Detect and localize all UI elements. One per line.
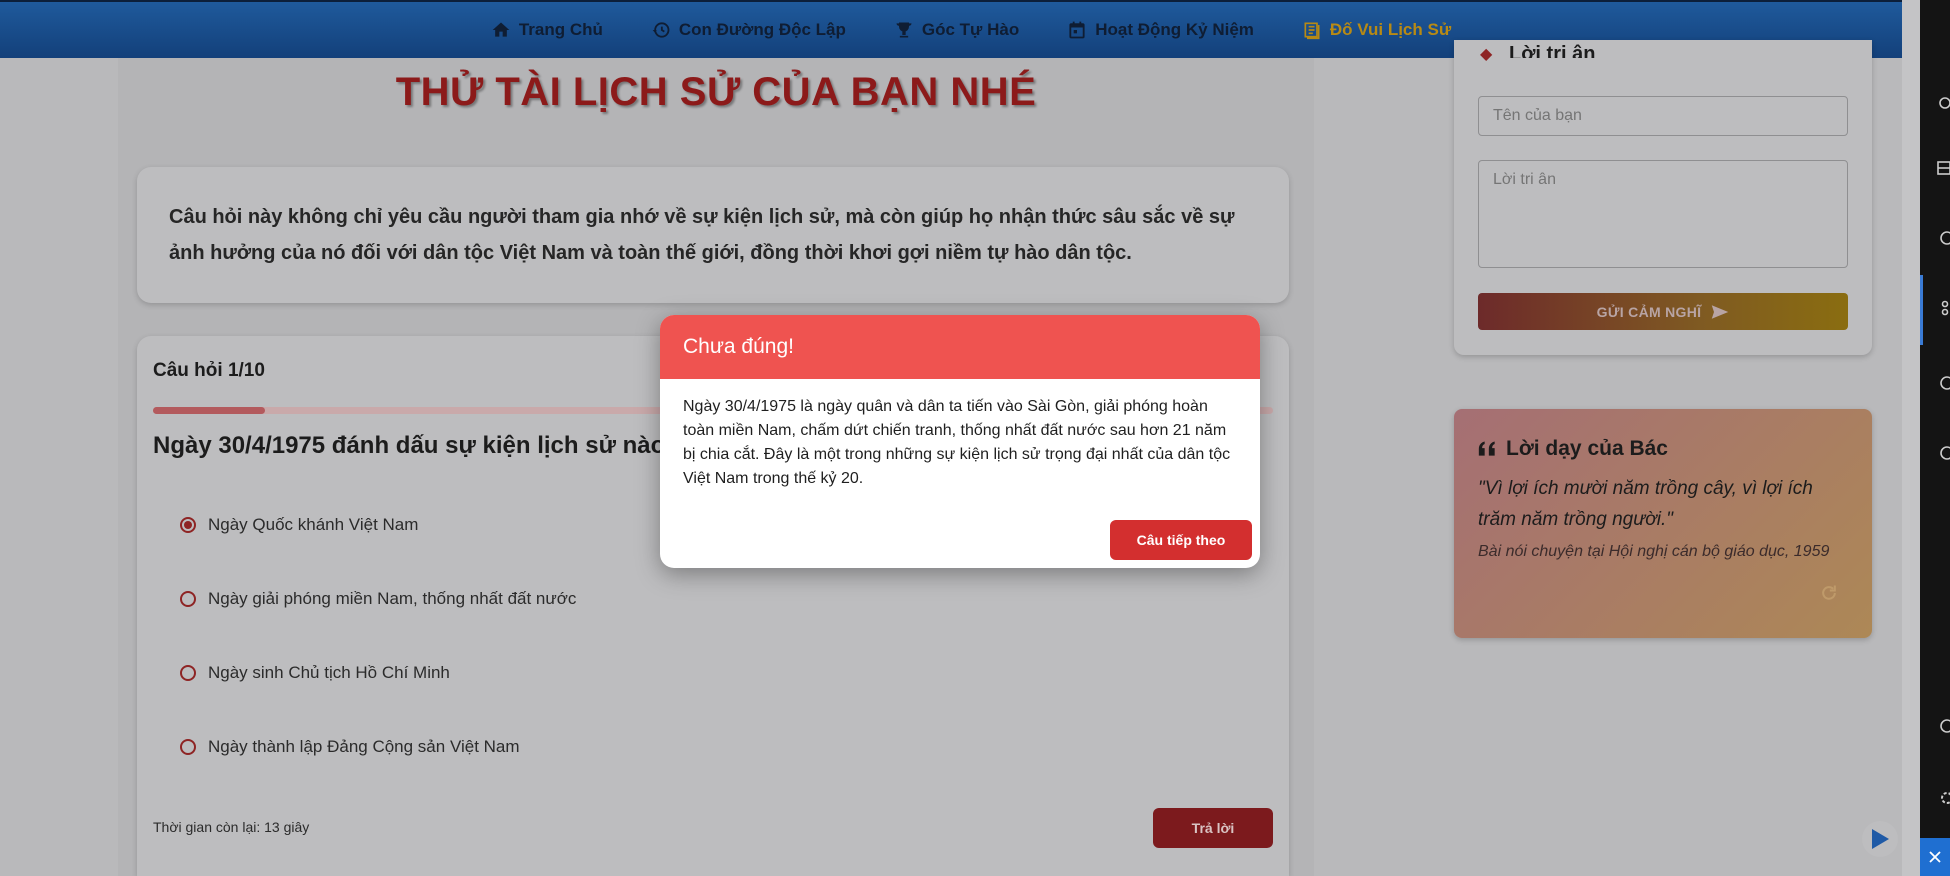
answer-option[interactable]: Ngày giải phóng miền Nam, thống nhất đất… (180, 589, 576, 609)
next-question-button[interactable]: Câu tiếp theo (1110, 520, 1252, 560)
remote-icon[interactable] (1935, 445, 1950, 461)
page-edge (1902, 0, 1920, 876)
refresh-icon[interactable] (1819, 583, 1839, 603)
send-icon (1712, 304, 1729, 319)
side-toolbar (1920, 0, 1950, 876)
nav-item-label: Góc Tự Hào (921, 20, 1020, 39)
play-icon (1872, 829, 1889, 849)
send-button-label: GỬI CẢM NGHĨ (1596, 303, 1702, 320)
nav-item-label: Đố Vui Lịch Sử (1329, 20, 1452, 39)
nav-item-label: Hoạt Động Kỷ Niệm (1095, 20, 1254, 39)
nav-item-label: Trang Chủ (518, 20, 603, 39)
history-side-icon[interactable] (1935, 375, 1950, 391)
quiz-progress-fill (153, 407, 265, 414)
remote-connect-icon (1929, 851, 1941, 863)
settings-gear-icon[interactable] (1935, 790, 1950, 806)
circle-icon[interactable] (1935, 230, 1950, 246)
nav-item-independence[interactable]: Con Đường Độc Lập (651, 20, 846, 40)
teaching-title-label: Lời dạy của Bác (1506, 437, 1668, 460)
quote-icon (1478, 441, 1495, 456)
radio-button[interactable] (180, 665, 196, 681)
intro-card: Câu hỏi này không chỉ yêu cầu người tham… (137, 167, 1289, 303)
history-icon (652, 22, 670, 38)
teaching-quote: "Vì lợi ích mười năm trồng cây, vì lợi í… (1478, 478, 1813, 530)
send-thoughts-button[interactable]: GỬI CẢM NGHĨ (1478, 293, 1848, 330)
home-icon (492, 22, 510, 37)
intro-text: Câu hỏi này không chỉ yêu cầu người tham… (169, 206, 1235, 264)
debug-icon[interactable] (1935, 95, 1950, 111)
radio-button[interactable] (180, 517, 196, 533)
source-control-icon[interactable] (1935, 300, 1950, 316)
answer-button[interactable]: Trả lời (1153, 808, 1273, 848)
nav-item-label: Con Đường Độc Lập (678, 20, 846, 39)
nav-item-activities[interactable]: Hoạt Động Kỷ Niệm (1067, 20, 1254, 40)
modal-header: Chưa đúng! (660, 315, 1260, 379)
answer-option[interactable]: Ngày Quốc khánh Việt Nam (180, 515, 418, 535)
countdown-timer: Thời gian còn lại: 13 giây (153, 819, 310, 835)
question-counter: Câu hỏi 1/10 (153, 360, 265, 381)
heart-icon: ◆ (1480, 46, 1493, 63)
option-label: Ngày Quốc khánh Việt Nam (208, 515, 419, 534)
nav-item-home[interactable]: Trang Chủ (491, 20, 603, 40)
calendar-icon (1069, 21, 1085, 39)
nav-item-quiz[interactable]: Đố Vui Lịch Sử (1302, 20, 1451, 40)
option-label: Ngày giải phóng miền Nam, thống nhất đất… (208, 589, 577, 608)
trophy-icon (896, 22, 912, 38)
answer-option[interactable]: Ngày sinh Chủ tịch Hồ Chí Minh (180, 663, 450, 683)
thanks-heading: Lời tri ân (1509, 44, 1596, 58)
teaching-source: Bài nói chuyện tại Hội nghị cán bộ giáo … (1478, 543, 1830, 560)
nav-item-pride[interactable]: Góc Tự Hào (894, 20, 1019, 40)
teaching-title: Lời dạy của Bác (1478, 437, 1668, 461)
question-text: Ngày 30/4/1975 đánh dấu sự kiện lịch sử … (153, 432, 663, 459)
play-button[interactable] (1862, 821, 1898, 857)
layout-icon[interactable] (1935, 160, 1950, 176)
answer-option[interactable]: Ngày thành lập Đảng Cộng sản Việt Nam (180, 737, 520, 757)
modal-body: Ngày 30/4/1975 là ngày quân và dân ta ti… (683, 398, 1231, 487)
side-toolbar-active-indicator (1920, 275, 1923, 345)
account-icon[interactable] (1935, 718, 1950, 734)
feedback-modal: Chưa đúng! Ngày 30/4/1975 là ngày quân v… (660, 315, 1260, 568)
radio-button[interactable] (180, 591, 196, 607)
message-textarea[interactable] (1478, 160, 1848, 268)
name-input[interactable] (1478, 96, 1848, 136)
remote-status-button[interactable] (1920, 838, 1950, 876)
option-label: Ngày thành lập Đảng Cộng sản Việt Nam (208, 737, 520, 756)
option-label: Ngày sinh Chủ tịch Hồ Chí Minh (208, 663, 450, 682)
page-title: THỬ TÀI LỊCH SỬ CỦA BẠN NHÉ (395, 70, 1037, 114)
modal-title: Chưa đúng! (683, 335, 794, 358)
book-icon (1304, 22, 1320, 40)
radio-button[interactable] (180, 739, 196, 755)
